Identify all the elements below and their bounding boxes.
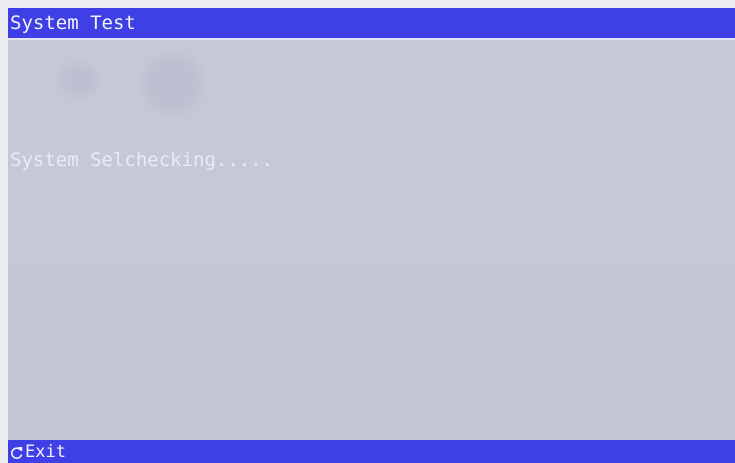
exit-label: Exit — [25, 441, 66, 462]
lcd-screen: System Test System Selchecking..... Exit — [8, 8, 735, 463]
exit-button[interactable]: Exit — [10, 441, 66, 462]
title-bar: System Test — [8, 8, 735, 40]
window-title: System Test — [10, 12, 136, 34]
main-content-area: System Selchecking..... — [8, 40, 735, 438]
refresh-arrow-icon — [10, 445, 24, 459]
device-frame: System Test System Selchecking..... Exit — [0, 0, 735, 463]
status-message: System Selchecking..... — [10, 149, 274, 171]
bottom-bar: Exit — [8, 440, 735, 463]
